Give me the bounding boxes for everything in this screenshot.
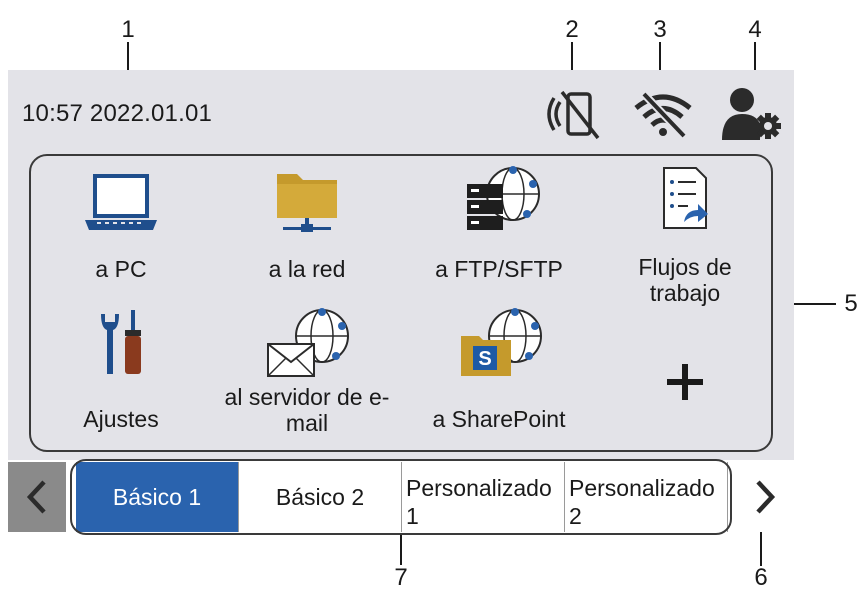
chevron-left-icon — [26, 480, 46, 514]
add-shortcut-button[interactable] — [600, 306, 770, 426]
shortcut-workflows[interactable]: Flujos de trabajo — [600, 166, 770, 316]
plus-icon — [665, 362, 705, 402]
tabs-highlight-frame — [70, 459, 732, 535]
tools-icon — [97, 308, 145, 376]
shortcut-to-sharepoint[interactable]: S a SharePoint — [414, 306, 584, 436]
callout-7: 7 — [394, 564, 408, 591]
shortcut-label: a la red — [268, 256, 346, 282]
shortcut-to-network[interactable]: a la red — [222, 166, 392, 296]
wifi-off-icon[interactable] — [632, 90, 694, 143]
ftp-server-icon — [449, 166, 549, 238]
callout-4: 4 — [748, 16, 762, 43]
user-settings-icon[interactable] — [720, 84, 782, 147]
email-server-icon — [262, 306, 352, 378]
callout-6: 6 — [754, 564, 768, 591]
callout-1: 1 — [121, 16, 135, 43]
leader-line-6 — [760, 528, 762, 566]
shortcut-label: a SharePoint — [432, 406, 566, 432]
callout-3: 3 — [653, 16, 667, 43]
chevron-right-icon — [756, 480, 776, 514]
callout-5: 5 — [844, 290, 858, 317]
shortcut-to-ftp[interactable]: a FTP/SFTP — [414, 166, 584, 296]
shortcut-label: Ajustes — [83, 406, 159, 432]
laptop-icon — [85, 172, 157, 232]
shortcut-label: al servidor de e-mail — [224, 384, 390, 436]
shortcut-settings[interactable]: Ajustes — [36, 306, 206, 436]
shortcut-label: Flujos de trabajo — [638, 254, 732, 306]
svg-text:S: S — [478, 348, 491, 370]
leader-line-7 — [400, 533, 402, 565]
workflow-icon — [662, 166, 708, 230]
nfc-off-icon[interactable] — [546, 88, 604, 145]
network-folder-icon — [275, 168, 339, 236]
device-screen: 10:57 2022.01.01 a PC a la red a FTP/SFT… — [8, 70, 794, 460]
status-datetime: 10:57 2022.01.01 — [22, 100, 213, 127]
shortcut-to-email-server[interactable]: al servidor de e-mail — [222, 306, 392, 456]
shortcut-label: a PC — [95, 256, 147, 282]
scroll-left-button[interactable] — [8, 462, 66, 532]
callout-2: 2 — [565, 16, 579, 43]
scroll-right-button[interactable] — [736, 462, 794, 532]
sharepoint-icon: S — [449, 306, 549, 378]
shortcut-to-pc[interactable]: a PC — [36, 166, 206, 296]
shortcut-label: a FTP/SFTP — [435, 256, 563, 282]
